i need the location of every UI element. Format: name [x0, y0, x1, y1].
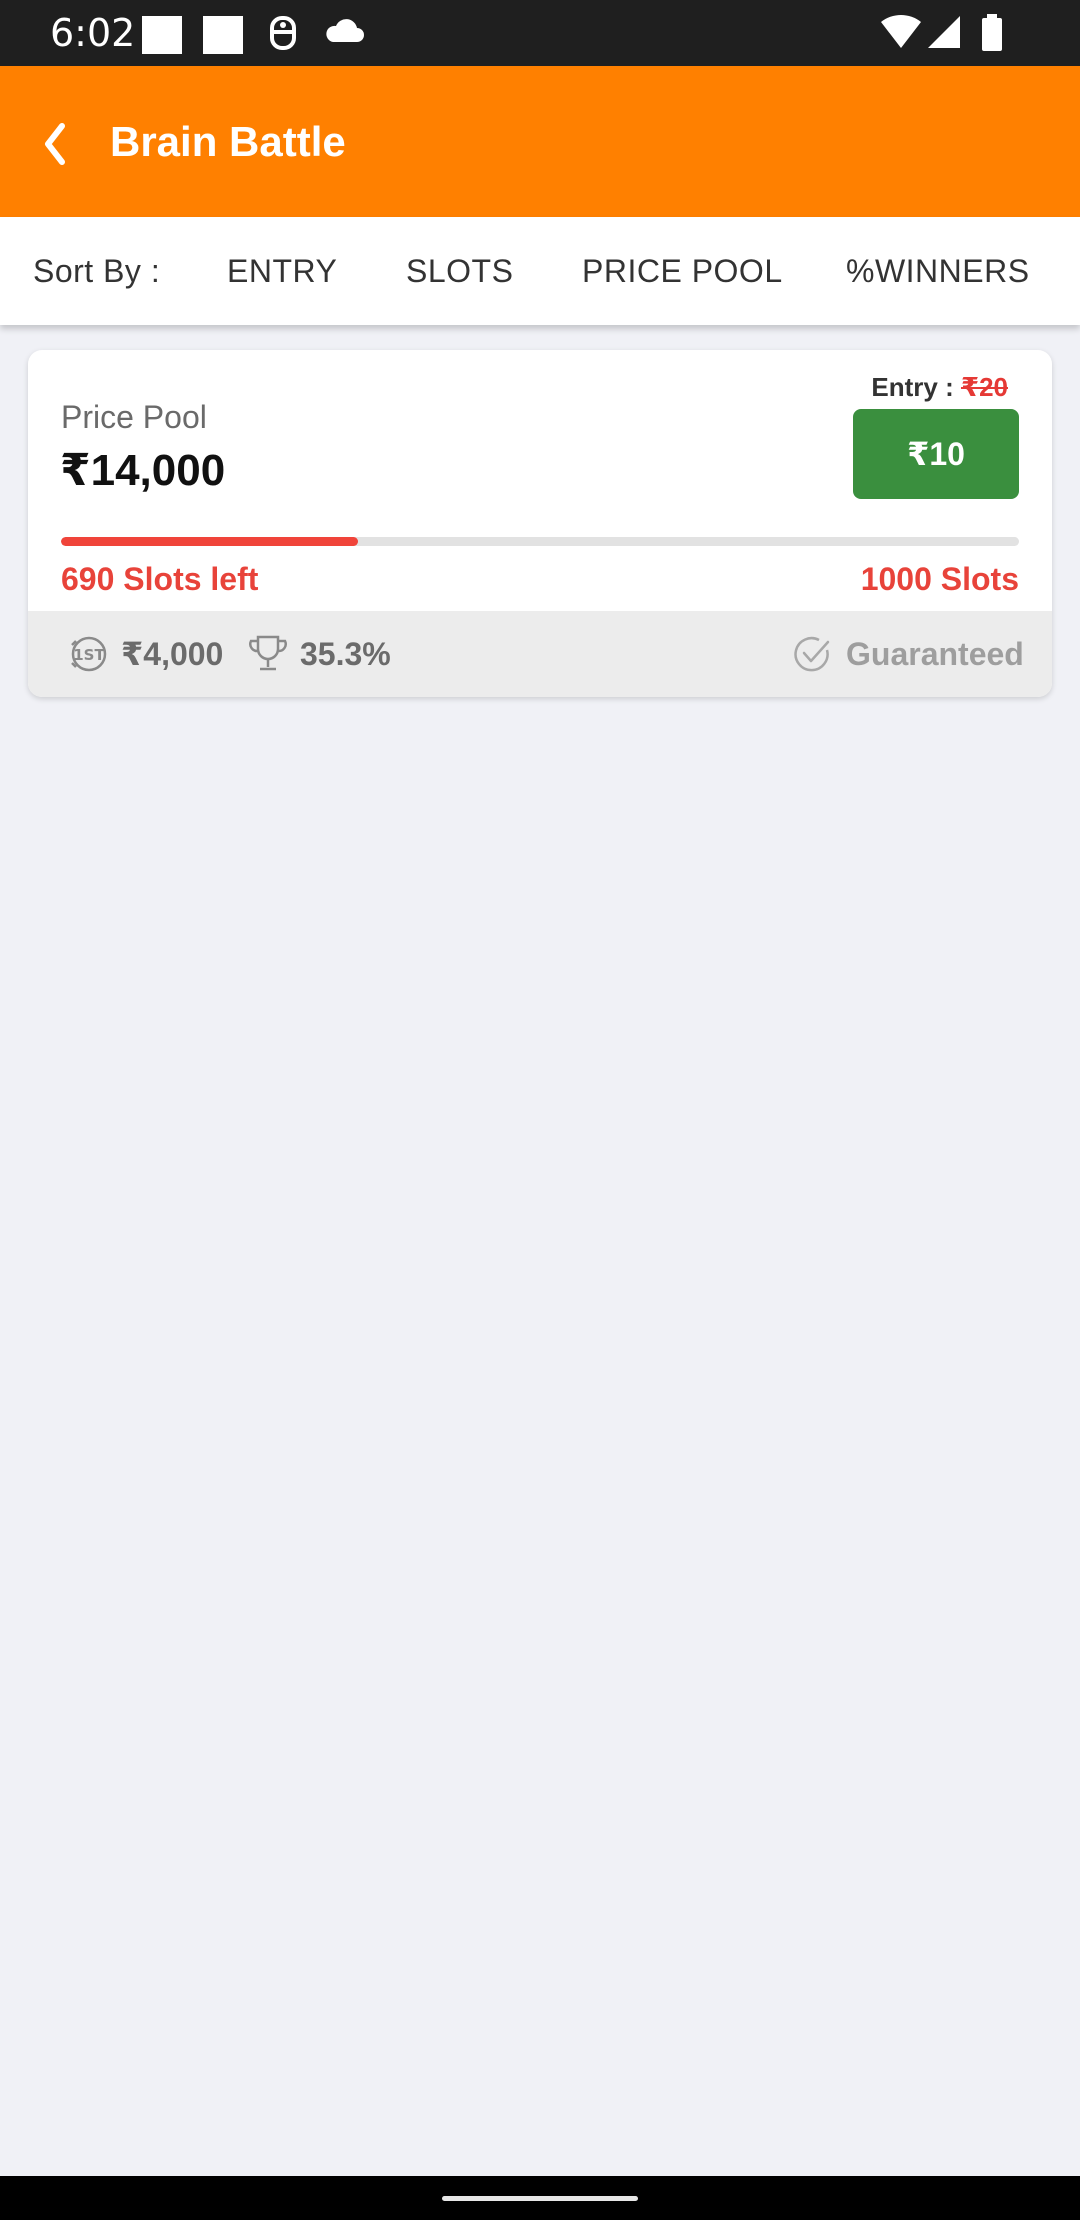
- page-title: Brain Battle: [110, 118, 346, 165]
- first-prize-icon: 1ST: [71, 636, 107, 672]
- sort-option-slots[interactable]: SLOTS: [406, 251, 513, 291]
- sort-option-entry[interactable]: ENTRY: [227, 251, 337, 291]
- accessibility-icon: [270, 16, 296, 50]
- svg-text:1ST: 1ST: [73, 646, 105, 664]
- entry-fee-row: Entry : ₹20: [871, 370, 1008, 404]
- navigation-bar: [0, 2176, 1080, 2220]
- app-bar: Brain Battle: [0, 66, 1080, 217]
- price-pool-label: Price Pool: [61, 399, 207, 435]
- sort-bar: Sort By : ENTRY SLOTS PRICE POOL %WINNER…: [0, 217, 1080, 325]
- price-pool-amount: ₹14,000: [60, 446, 226, 495]
- first-prize-amount: ₹4,000: [121, 636, 224, 672]
- home-gesture-handle[interactable]: [442, 2196, 638, 2201]
- sort-option-price-pool[interactable]: PRICE POOL: [582, 251, 783, 291]
- chevron-left-icon: [45, 123, 65, 165]
- notification-square-icon: [203, 16, 243, 54]
- slots-total-text: 1000 Slots: [860, 561, 1019, 597]
- guaranteed-label: Guaranteed: [846, 636, 1024, 672]
- slots-progress-fill: [61, 537, 358, 546]
- sort-by-label: Sort By :: [33, 253, 161, 289]
- entry-label: Entry :: [871, 372, 961, 402]
- trophy-icon: [249, 635, 287, 671]
- winners-percent: 35.3%: [300, 636, 391, 672]
- signal-icon: [928, 16, 960, 48]
- status-bar: 6:02: [0, 0, 1080, 66]
- battery-icon: [982, 14, 1002, 51]
- join-contest-button[interactable]: ₹10: [853, 409, 1019, 499]
- back-button[interactable]: [30, 104, 110, 184]
- slots-left-text: 690 Slots left: [61, 561, 259, 597]
- status-time: 6:02: [50, 11, 136, 55]
- guaranteed-check-icon: [794, 636, 830, 672]
- sort-option-winners[interactable]: %WINNERS: [846, 251, 1030, 291]
- notification-square-icon: [142, 16, 182, 54]
- slots-progress-bar: [61, 537, 1019, 546]
- wifi-icon: [881, 14, 921, 49]
- contest-card[interactable]: Price Pool ₹14,000 Entry : ₹20 ₹10 690 S…: [28, 350, 1052, 697]
- card-footer: 1ST ₹4,000 35.3% Guaranteed: [28, 611, 1052, 697]
- cloud-icon: [326, 19, 364, 42]
- entry-original-price: ₹20: [960, 372, 1008, 402]
